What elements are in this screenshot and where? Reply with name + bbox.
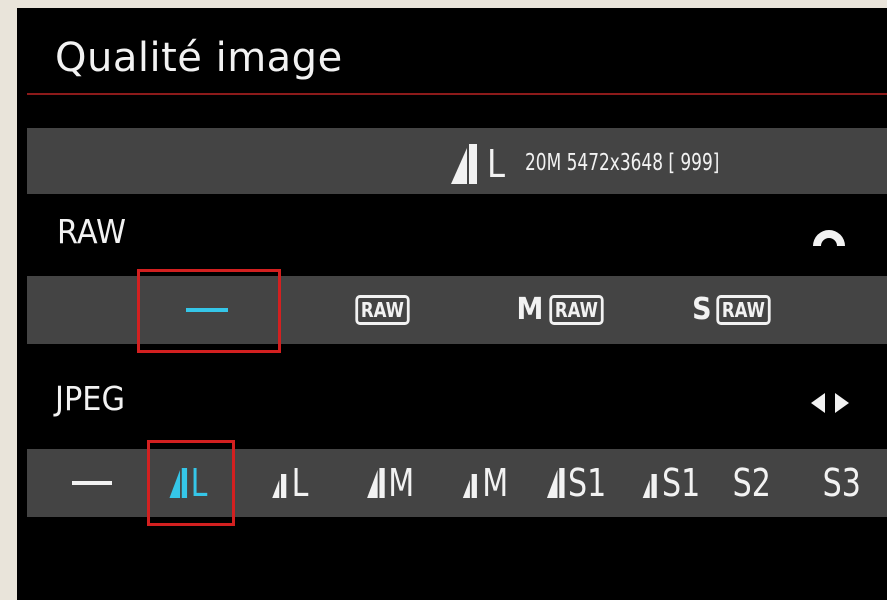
jpeg-off-dash (72, 481, 112, 485)
jpeg-size-label: M (388, 461, 415, 505)
jpeg-size-label: S3 (822, 461, 862, 505)
image-size-info: 20M 5472x3648 [ 999] (525, 150, 720, 176)
left-right-arrows-icon (811, 393, 849, 413)
fine-quality-icon (367, 468, 385, 498)
fine-quality-icon (547, 468, 565, 498)
raw-option-mraw[interactable]: M RAW (495, 276, 625, 344)
sraw-prefix: S (691, 292, 712, 327)
jpeg-size-label: L (292, 461, 309, 505)
raw-section-label: RAW (57, 212, 126, 251)
jpeg-options-row: L L M M S1 S1 S2 S3 (27, 440, 887, 526)
jpeg-option-off[interactable] (57, 449, 127, 517)
main-dial-icon (813, 230, 845, 246)
jpeg-size-label: S1 (662, 461, 701, 505)
jpeg-size-label: L (191, 461, 208, 505)
normal-quality-icon (272, 474, 287, 498)
mraw-prefix: M (516, 292, 544, 327)
jpeg-option-s3[interactable]: S3 (809, 449, 875, 517)
info-size-label: L (487, 142, 505, 186)
jpeg-size-label: S1 (568, 461, 607, 505)
normal-quality-icon (642, 474, 658, 498)
jpeg-section-label: JPEG (55, 379, 125, 418)
raw-badge: RAW (354, 295, 410, 325)
jpeg-option-s2[interactable]: S2 (719, 449, 785, 517)
jpeg-option-large-normal[interactable]: L (247, 449, 331, 517)
raw-option-raw[interactable]: RAW (327, 276, 437, 344)
jpeg-size-label: M (482, 461, 509, 505)
jpeg-option-s1-fine[interactable]: S1 (527, 449, 625, 517)
jpeg-option-medium-normal[interactable]: M (439, 449, 529, 517)
jpeg-size-label: S2 (732, 461, 772, 505)
raw-off-dash (186, 308, 228, 312)
camera-menu-screen: Qualité image L 20M 5472x3648 [ 999] RAW… (17, 8, 887, 600)
jpeg-option-medium-fine[interactable]: M (345, 449, 435, 517)
page-title: Qualité image (55, 35, 343, 81)
jpeg-option-large-fine[interactable]: L (142, 449, 234, 517)
quality-info-bar: L 20M 5472x3648 [ 999] (27, 128, 887, 194)
jpeg-option-s1-normal[interactable]: S1 (621, 449, 719, 517)
fine-quality-icon (451, 144, 477, 184)
raw-options-row: RAW M RAW S RAW (27, 269, 887, 353)
title-divider (27, 93, 887, 95)
fine-quality-icon (169, 468, 188, 498)
info-quality-indicator: L (447, 140, 517, 186)
raw-option-sraw[interactable]: S RAW (667, 276, 797, 344)
raw-option-off[interactable] (147, 276, 267, 344)
mraw-badge: RAW (548, 295, 603, 325)
sraw-badge: RAW (716, 295, 771, 325)
normal-quality-icon (463, 474, 478, 498)
